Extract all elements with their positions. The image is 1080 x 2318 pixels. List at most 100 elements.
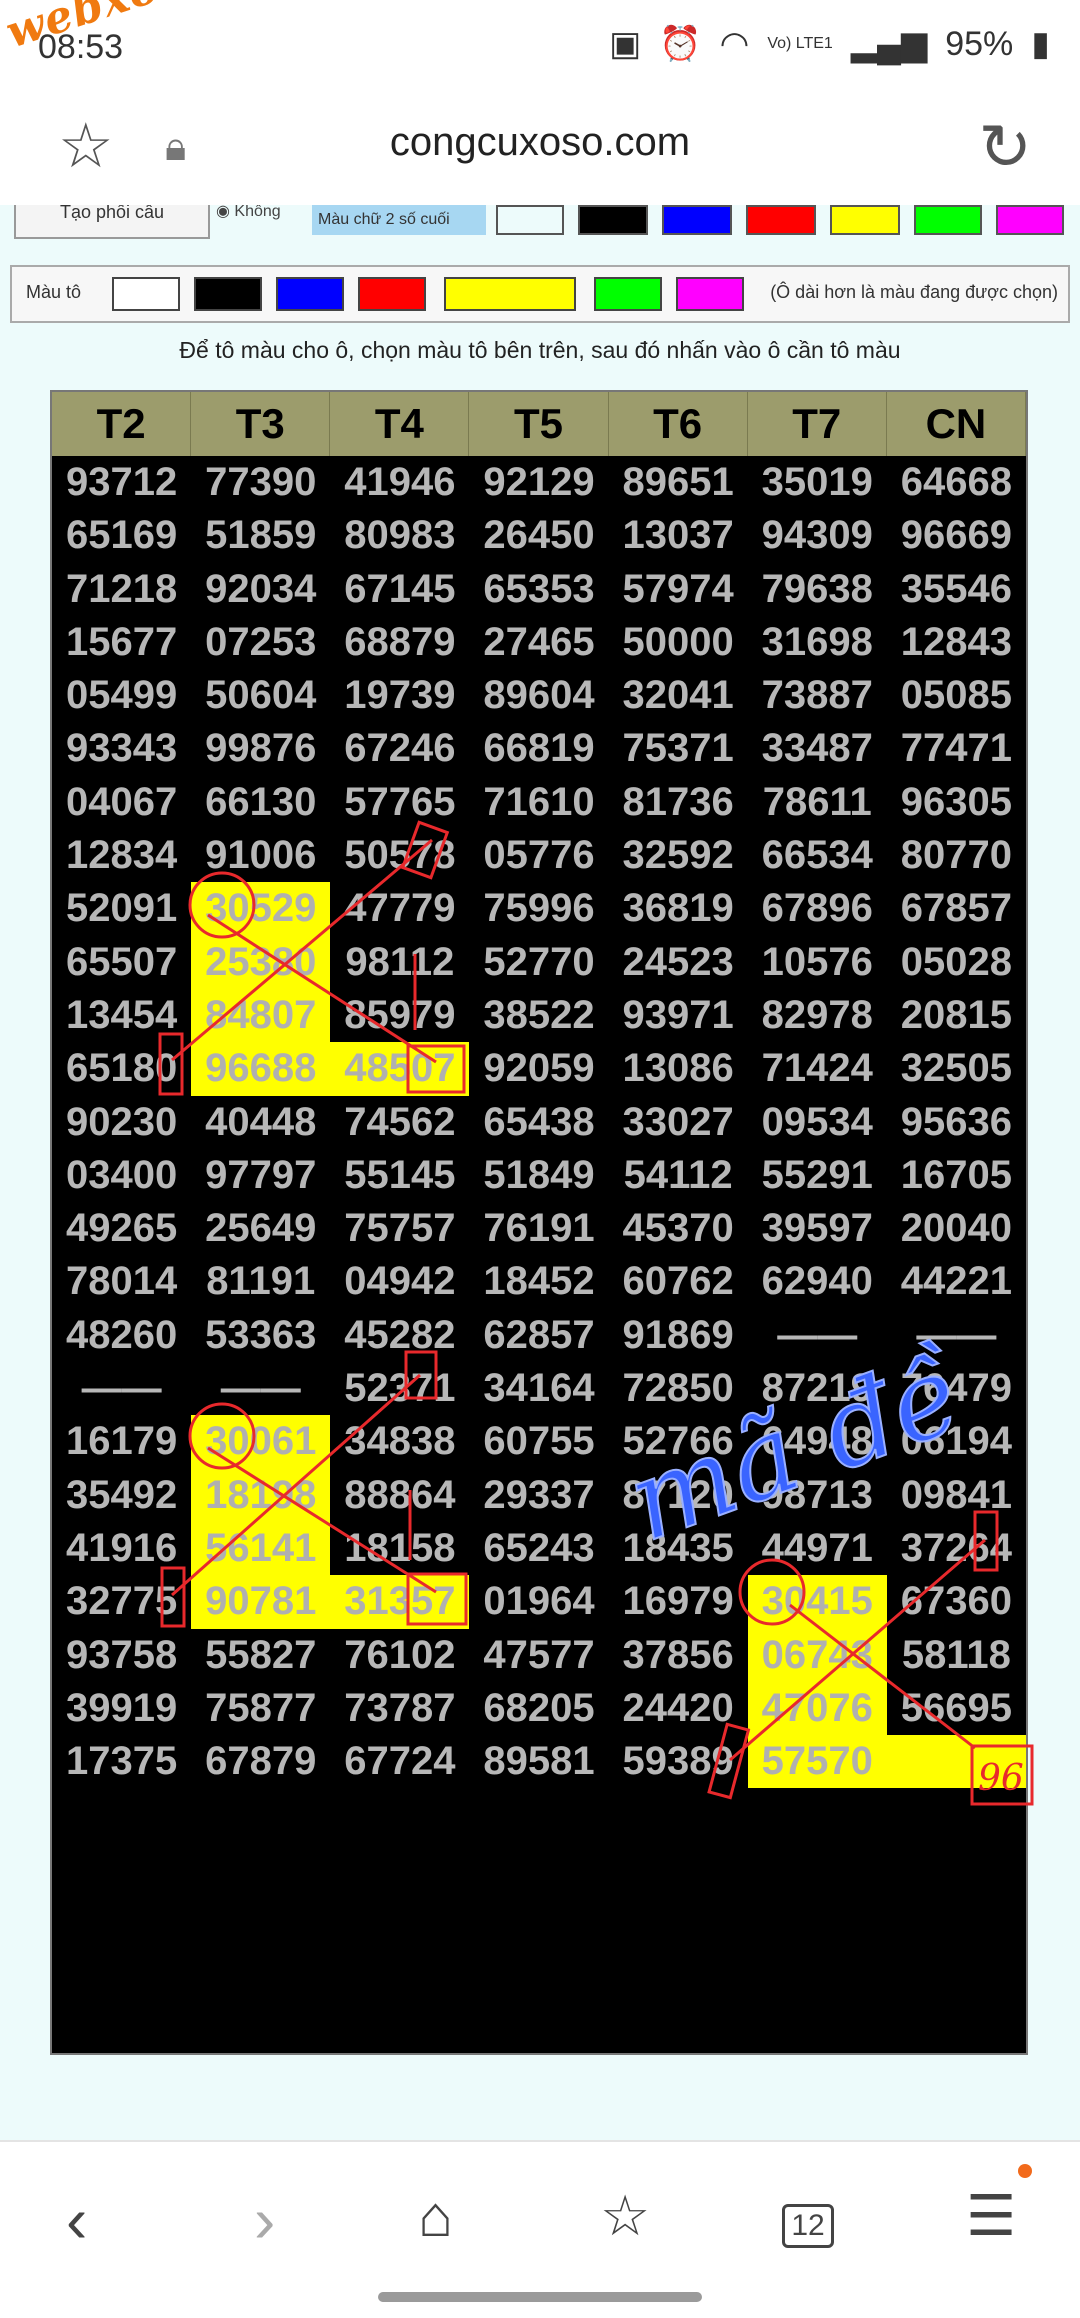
table-cell[interactable]: 68205: [469, 1682, 608, 1735]
table-cell[interactable]: 38522: [469, 989, 608, 1042]
table-cell[interactable]: 18198: [191, 1468, 331, 1522]
table-cell[interactable]: 52766: [609, 1415, 748, 1468]
table-cell[interactable]: 37264: [887, 1522, 1026, 1575]
table-cell[interactable]: 66130: [191, 776, 330, 829]
table-cell[interactable]: 34838: [330, 1415, 469, 1468]
table-cell[interactable]: 06743: [747, 1628, 887, 1682]
table-cell[interactable]: 05085: [887, 669, 1026, 722]
table-cell[interactable]: 07253: [191, 616, 330, 669]
table-cell[interactable]: 93343: [52, 722, 191, 775]
table-cell[interactable]: 67879: [191, 1735, 330, 1788]
text-color-white[interactable]: [496, 205, 564, 235]
table-cell[interactable]: 92034: [191, 563, 330, 616]
fill-color-red[interactable]: [358, 277, 426, 311]
reload-icon[interactable]: ↻: [978, 110, 1032, 185]
table-cell[interactable]: ——: [887, 1309, 1026, 1362]
table-cell[interactable]: 50578: [330, 829, 469, 882]
text-color-blue[interactable]: [662, 205, 732, 235]
table-cell[interactable]: 35492: [52, 1469, 191, 1522]
table-cell[interactable]: 20815: [887, 989, 1026, 1042]
table-cell[interactable]: 88864: [330, 1469, 469, 1522]
table-cell[interactable]: [886, 1735, 1026, 1789]
table-cell[interactable]: 49265: [52, 1202, 191, 1255]
table-cell[interactable]: 76191: [469, 1202, 608, 1255]
table-cell[interactable]: 80770: [887, 829, 1026, 882]
table-cell[interactable]: 04942: [330, 1255, 469, 1308]
table-cell[interactable]: 17375: [52, 1735, 191, 1788]
table-cell[interactable]: 56141: [191, 1521, 331, 1576]
table-cell[interactable]: 16705: [887, 1149, 1026, 1202]
table-cell[interactable]: 30415: [747, 1575, 887, 1629]
table-cell[interactable]: 33027: [609, 1096, 748, 1149]
fill-color-magenta[interactable]: [676, 277, 744, 311]
table-cell[interactable]: 71218: [52, 563, 191, 616]
forward-icon[interactable]: ›: [254, 2188, 275, 2252]
table-cell[interactable]: 71610: [469, 776, 608, 829]
table-cell[interactable]: 24420: [609, 1682, 748, 1735]
table-cell[interactable]: 41916: [52, 1522, 191, 1575]
table-cell[interactable]: 01964: [469, 1575, 608, 1628]
table-cell[interactable]: 52371: [330, 1362, 469, 1415]
table-cell[interactable]: 36819: [609, 882, 748, 935]
table-cell[interactable]: 35019: [748, 456, 887, 509]
table-cell[interactable]: 13086: [609, 1042, 748, 1095]
table-cell[interactable]: 31698: [748, 616, 887, 669]
table-cell[interactable]: 44221: [887, 1255, 1026, 1308]
table-cell[interactable]: 93971: [609, 989, 748, 1042]
table-cell[interactable]: 77471: [887, 722, 1026, 775]
table-cell[interactable]: 18158: [330, 1522, 469, 1575]
fill-color-blue[interactable]: [276, 277, 344, 311]
table-cell[interactable]: 67724: [330, 1735, 469, 1788]
table-cell[interactable]: 92059: [469, 1042, 608, 1095]
table-cell[interactable]: 37856: [609, 1629, 748, 1682]
table-cell[interactable]: 32775: [52, 1575, 191, 1628]
home-icon[interactable]: ⌂: [418, 2188, 453, 2246]
table-cell[interactable]: 52091: [52, 882, 191, 935]
table-cell[interactable]: 93758: [52, 1629, 191, 1682]
table-cell[interactable]: 60755: [469, 1415, 608, 1468]
table-cell[interactable]: 57765: [330, 776, 469, 829]
table-cell[interactable]: 75757: [330, 1202, 469, 1255]
table-cell[interactable]: 65169: [52, 509, 191, 562]
table-cell[interactable]: 85979: [330, 989, 469, 1042]
table-cell[interactable]: 91869: [609, 1309, 748, 1362]
table-cell[interactable]: 16179: [52, 1415, 191, 1468]
table-cell[interactable]: 47577: [469, 1629, 608, 1682]
table-cell[interactable]: 40448: [191, 1096, 330, 1149]
table-cell[interactable]: 98112: [330, 936, 469, 989]
table-cell[interactable]: 82978: [748, 989, 887, 1042]
table-cell[interactable]: 50000: [609, 616, 748, 669]
text-color-green[interactable]: [914, 205, 982, 235]
table-cell[interactable]: 57974: [609, 563, 748, 616]
table-cell[interactable]: 62940: [748, 1255, 887, 1308]
table-cell[interactable]: 98713: [748, 1469, 887, 1522]
table-cell[interactable]: 58118: [887, 1629, 1026, 1682]
table-cell[interactable]: 10576: [748, 936, 887, 989]
table-cell[interactable]: 13037: [609, 509, 748, 562]
table-cell[interactable]: 18452: [469, 1255, 608, 1308]
url-text[interactable]: congcuxoso.com: [0, 120, 1080, 165]
table-cell[interactable]: 66534: [748, 829, 887, 882]
table-cell[interactable]: 67857: [887, 882, 1026, 935]
table-cell[interactable]: 84807: [191, 988, 331, 1043]
table-cell[interactable]: 65180: [52, 1042, 191, 1095]
table-cell[interactable]: 50604: [191, 669, 330, 722]
table-cell[interactable]: 53363: [191, 1309, 330, 1362]
table-cell[interactable]: 05028: [887, 936, 1026, 989]
table-cell[interactable]: 73787: [330, 1682, 469, 1735]
table-cell[interactable]: 03400: [52, 1149, 191, 1202]
table-cell[interactable]: 18435: [609, 1522, 748, 1575]
table-cell[interactable]: 05776: [469, 829, 608, 882]
table-cell[interactable]: 16979: [609, 1575, 748, 1628]
table-cell[interactable]: 24523: [609, 936, 748, 989]
table-cell[interactable]: 47076: [747, 1681, 887, 1736]
fill-color-white[interactable]: [112, 277, 180, 311]
table-cell[interactable]: 64948: [748, 1415, 887, 1468]
text-color-red[interactable]: [746, 205, 816, 235]
table-cell[interactable]: 30061: [191, 1415, 331, 1469]
table-cell[interactable]: 74562: [330, 1096, 469, 1149]
table-cell[interactable]: 65507: [52, 936, 191, 989]
table-cell[interactable]: 95636: [887, 1096, 1026, 1149]
table-cell[interactable]: 25649: [191, 1202, 330, 1255]
table-cell[interactable]: 26450: [469, 509, 608, 562]
